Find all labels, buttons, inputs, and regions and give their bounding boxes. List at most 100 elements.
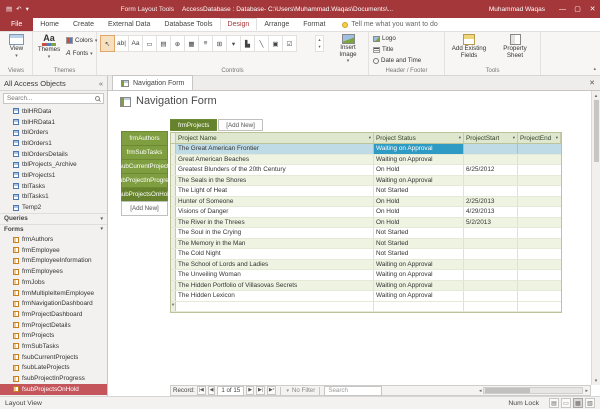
table-row[interactable]: The Great American Frontier Waiting on A… bbox=[171, 144, 561, 155]
quick-access-dropdown-icon[interactable]: ▾ bbox=[26, 5, 29, 13]
option-group-control-icon[interactable]: ⊞ bbox=[212, 35, 227, 52]
last-record-button[interactable]: ▶| bbox=[256, 386, 265, 395]
sidebar-item[interactable]: Forms ▾ bbox=[0, 224, 107, 235]
column-header[interactable]: Project Status ▾ bbox=[374, 133, 464, 143]
navigation-control-icon[interactable]: ≡ bbox=[198, 35, 213, 52]
search-input[interactable] bbox=[7, 95, 92, 102]
scrollbar-thumb[interactable] bbox=[485, 388, 530, 393]
view-button[interactable]: View ▾ bbox=[4, 34, 29, 59]
sidebar-item[interactable]: Temp2 ▾ bbox=[0, 202, 107, 213]
colors-button[interactable]: Colors ▾ bbox=[66, 37, 97, 44]
tell-me-box[interactable]: Tell me what you want to do bbox=[342, 18, 437, 31]
sidebar-item[interactable]: frmProjectDetails ▾ bbox=[0, 320, 107, 331]
design-view-icon[interactable]: ▧ bbox=[585, 398, 595, 408]
sidebar-item[interactable]: frmAuthors ▾ bbox=[0, 234, 107, 245]
sidebar-item[interactable]: tblHRData1 ▾ bbox=[0, 117, 107, 128]
collapse-ribbon-icon[interactable]: ▴ bbox=[593, 66, 596, 72]
new-record-button[interactable]: ▶* bbox=[267, 386, 277, 395]
sidebar-item[interactable]: frmEmployee ▾ bbox=[0, 245, 107, 256]
scrollbar-thumb[interactable] bbox=[594, 100, 599, 162]
sidebar-item[interactable]: frmProjects ▾ bbox=[0, 330, 107, 341]
nav-tab[interactable]: frmProjects bbox=[170, 119, 217, 131]
table-row[interactable]: The Unveiling Woman Waiting on Approval bbox=[171, 270, 561, 281]
text-box-control-icon[interactable]: ab| bbox=[114, 35, 129, 52]
toggle-button-control-icon[interactable]: ▣ bbox=[268, 35, 283, 52]
table-row[interactable]: The River in the Threes On Hold 5/2/2013 bbox=[171, 218, 561, 229]
nav-tab[interactable]: frmAuthors bbox=[121, 131, 168, 146]
sidebar-item[interactable]: frmJobs ▾ bbox=[0, 277, 107, 288]
line-control-icon[interactable]: ╲ bbox=[254, 35, 269, 52]
scroll-down-icon[interactable]: ▾ bbox=[316, 44, 323, 52]
sidebar-item[interactable]: tblOrders ▾ bbox=[0, 127, 107, 138]
table-row[interactable]: Great American Beaches Waiting on Approv… bbox=[171, 155, 561, 166]
previous-record-button[interactable]: ◀ bbox=[208, 386, 216, 395]
sort-dropdown-icon[interactable]: ▾ bbox=[459, 135, 461, 141]
sidebar-item[interactable]: tblOrdersDetails ▾ bbox=[0, 149, 107, 160]
sidebar-item[interactable]: frmSubTasks ▾ bbox=[0, 341, 107, 352]
label-control-icon[interactable]: Aa bbox=[128, 35, 143, 52]
column-header[interactable]: ProjectStart ▾ bbox=[464, 133, 518, 143]
table-row[interactable]: The Hidden Portfolio of Villasovas Secre… bbox=[171, 281, 561, 292]
ribbon-tab[interactable]: Format bbox=[296, 18, 332, 31]
date-and-time-button[interactable]: Date and Time bbox=[373, 57, 421, 64]
sidebar-item[interactable]: fsubCurrentProjects ▾ bbox=[0, 352, 107, 363]
ribbon-tab[interactable]: Design bbox=[220, 18, 258, 31]
sidebar-item[interactable]: tblHRData ▾ bbox=[0, 106, 107, 117]
sidebar-item[interactable]: tblOrders1 ▾ bbox=[0, 138, 107, 149]
column-header[interactable]: Project Name ▾ bbox=[176, 133, 374, 143]
table-row[interactable]: The Hidden Lexicon Waiting on Approval bbox=[171, 291, 561, 302]
close-document-icon[interactable]: ✕ bbox=[589, 79, 595, 87]
nav-tab[interactable]: fsubProjectsOnHold bbox=[121, 187, 168, 202]
ribbon-tab[interactable]: Home bbox=[33, 18, 66, 31]
sidebar-item[interactable]: frmProjectDashboard ▾ bbox=[0, 309, 107, 320]
table-row[interactable]: The Soul in the Crying Not Started bbox=[171, 228, 561, 239]
table-row[interactable]: Visions of Danger On Hold 4/29/2013 bbox=[171, 207, 561, 218]
combo-box-control-icon[interactable]: ▾ bbox=[226, 35, 241, 52]
undo-icon[interactable]: ↶ bbox=[16, 5, 21, 13]
column-header[interactable]: ProjectEnd ▾ bbox=[518, 133, 561, 143]
sidebar-item[interactable]: tblProjects_Archive ▾ bbox=[0, 159, 107, 170]
sidebar-item[interactable]: fsubLateProjects ▾ bbox=[0, 363, 107, 374]
scroll-right-icon[interactable]: ▸ bbox=[585, 388, 588, 394]
maximize-button[interactable]: ▢ bbox=[570, 0, 585, 18]
table-row[interactable]: The Light of Heat Not Started bbox=[171, 186, 561, 197]
form-view-icon[interactable]: ▭ bbox=[561, 398, 571, 408]
select-control-icon[interactable]: ↖ bbox=[100, 35, 115, 52]
document-tab[interactable]: Navigation Form bbox=[112, 75, 193, 90]
nav-tab[interactable]: fsubCurrentProjects bbox=[121, 159, 168, 174]
sidebar-item[interactable]: frmEmployees ▾ bbox=[0, 266, 107, 277]
filter-indicator[interactable]: ▼ No Filter bbox=[285, 387, 315, 394]
check-box-control-icon[interactable]: ☑ bbox=[282, 35, 297, 52]
next-record-button[interactable]: ▶ bbox=[246, 386, 254, 395]
sidebar-item[interactable]: frmMultipleItemEmployee ▾ bbox=[0, 288, 107, 299]
table-row[interactable]: The Cold Night Not Started bbox=[171, 249, 561, 260]
sidebar-item[interactable]: fsubProjectInProgress ▾ bbox=[0, 373, 107, 384]
nav-tab[interactable]: [Add New] bbox=[218, 119, 263, 131]
themes-button[interactable]: Aa Themes ▾ bbox=[35, 34, 63, 60]
table-row[interactable]: Hunter of Someone On Hold 2/25/2013 bbox=[171, 197, 561, 208]
nav-tab[interactable]: frmSubTasks bbox=[121, 145, 168, 160]
sort-dropdown-icon[interactable]: ▾ bbox=[369, 135, 371, 141]
property-sheet-button[interactable]: Property Sheet bbox=[495, 34, 535, 59]
controls-gallery-scroll[interactable]: ▴ ▾ bbox=[315, 35, 324, 52]
table-row[interactable]: Greatest Blunders of the 20th Century On… bbox=[171, 165, 561, 176]
sidebar-item[interactable]: frmNavigationDashboard ▾ bbox=[0, 298, 107, 309]
sidebar-item[interactable]: Queries ▾ bbox=[0, 213, 107, 224]
logo-button[interactable]: Logo bbox=[373, 35, 396, 42]
ribbon-tab[interactable]: File bbox=[0, 18, 33, 31]
web-browser-control-icon[interactable]: ▦ bbox=[184, 35, 199, 52]
chart-control-icon[interactable]: ▙ bbox=[240, 35, 255, 52]
add-existing-fields-button[interactable]: Add Existing Fields bbox=[448, 34, 490, 59]
sidebar-item[interactable]: fsubProjectsOnHold ▾ bbox=[0, 384, 107, 395]
tab-control-icon[interactable]: ▤ bbox=[156, 35, 171, 52]
insert-image-button[interactable]: Insert Image ▾ bbox=[331, 34, 365, 64]
table-row[interactable]: The School of Lords and Ladies Waiting o… bbox=[171, 260, 561, 271]
horizontal-scrollbar[interactable] bbox=[483, 387, 583, 394]
layout-view-icon[interactable]: ▦ bbox=[573, 398, 583, 408]
ribbon-tab[interactable]: Create bbox=[66, 18, 101, 31]
minimize-button[interactable]: — bbox=[555, 0, 570, 18]
sidebar-item[interactable]: frmEmployeeInformation ▾ bbox=[0, 256, 107, 267]
scroll-left-icon[interactable]: ◂ bbox=[479, 388, 482, 394]
scroll-up-icon[interactable]: ▴ bbox=[595, 91, 598, 100]
button-control-icon[interactable]: ▭ bbox=[142, 35, 157, 52]
